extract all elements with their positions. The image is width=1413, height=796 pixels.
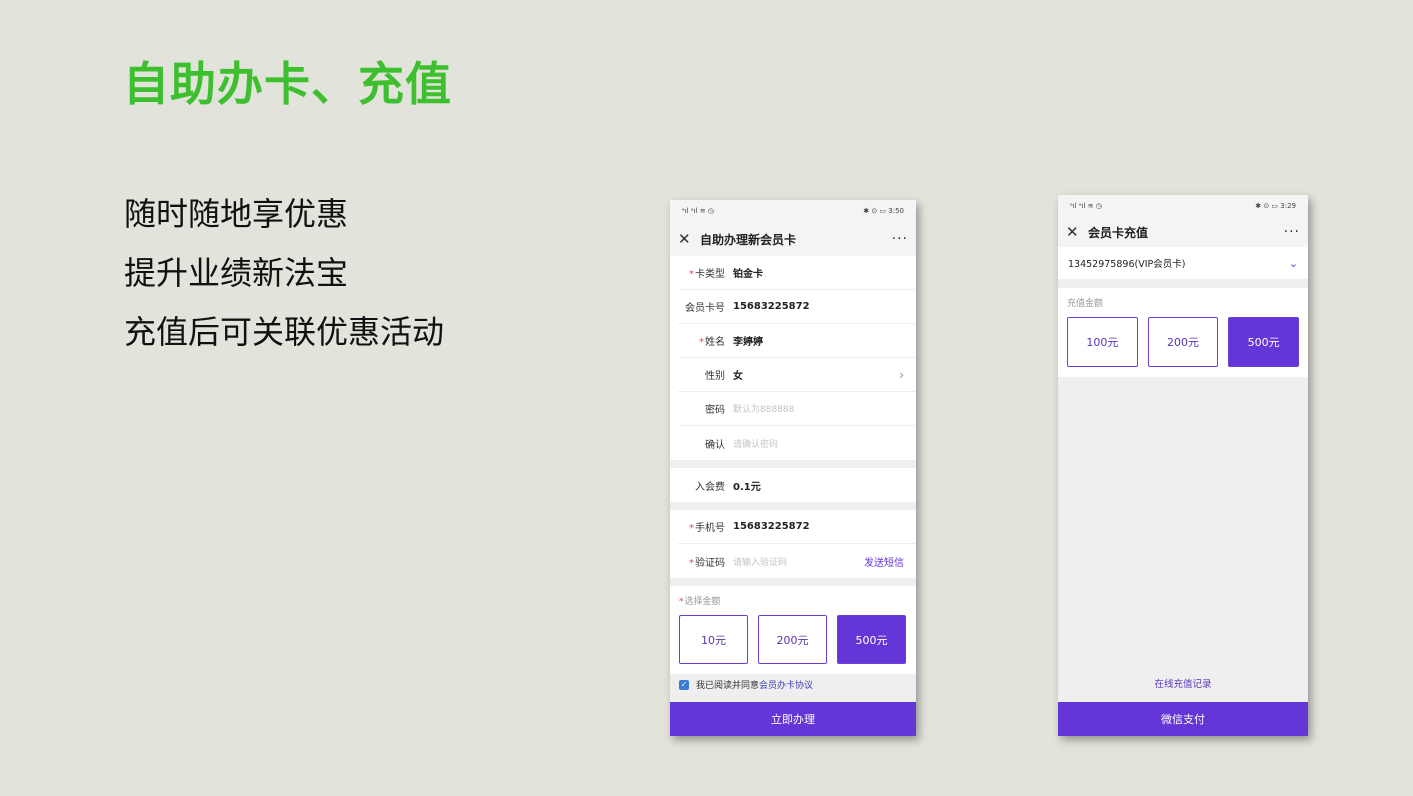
gender-value: 女 [733, 371, 743, 382]
gender-row[interactable]: 性别 女 › [678, 358, 916, 392]
amount-option[interactable]: 10元 [679, 615, 748, 664]
submit-button[interactable]: 立即办理 [670, 702, 916, 736]
gender-label: 性别 [705, 371, 725, 382]
fee-section: 入会费 0.1元 [670, 468, 916, 502]
card-number-row[interactable]: 会员卡号 15683225872 [678, 290, 916, 324]
amount-option[interactable]: 200元 [1147, 317, 1219, 367]
phone-label: 手机号 [695, 523, 725, 534]
required-mark: * [689, 557, 694, 569]
phone-row[interactable]: *手机号 15683225872 [678, 510, 916, 544]
wechat-pay-button[interactable]: 微信支付 [1058, 702, 1308, 736]
card-number-label: 会员卡号 [685, 303, 725, 314]
status-bar: ᵃıl ᵃıl ≋ ◷ ✱ ⊙ ▭ 3:29 [1058, 195, 1308, 217]
agreement-link[interactable]: 会员办卡协议 [759, 678, 813, 691]
name-value: 李婷婷 [733, 337, 763, 348]
battery-time: ✱ ⊙ ▭ 3:29 [1255, 202, 1296, 210]
card-type-row[interactable]: *卡类型 铂金卡 [678, 256, 916, 290]
bullet-item: 随时随地享优惠 [124, 195, 349, 233]
chevron-right-icon: › [899, 367, 904, 382]
close-icon[interactable]: ✕ [678, 230, 698, 248]
nav-bar: ✕ 自助办理新会员卡 ··· [670, 222, 916, 256]
agreement-row: ✓ 我已阅读并同意 会员办卡协议 [670, 674, 916, 695]
send-sms-button[interactable]: 发送短信 [864, 554, 904, 569]
password-input[interactable]: 默认为888888 [733, 402, 904, 415]
name-row[interactable]: *姓名 李婷婷 [678, 324, 916, 358]
required-mark: * [689, 523, 694, 534]
page-title: 会员卡充值 [1088, 225, 1149, 240]
phone-recharge: ᵃıl ᵃıl ≋ ◷ ✱ ⊙ ▭ 3:29 ✕ 会员卡充值 ··· 13452… [1058, 195, 1308, 736]
selected-card: 13452975896(VIP会员卡) [1068, 259, 1186, 270]
code-row[interactable]: *验证码 请输入验证码 发送短信 [678, 544, 916, 578]
chevron-down-icon: ⌄ [1288, 256, 1298, 270]
amount-options: 10元 200元 500元 [679, 615, 907, 664]
confirm-label: 确认 [705, 439, 725, 451]
phone-new-card: ᵃıl ᵃıl ≋ ◷ ✱ ⊙ ▭ 3:50 ✕ 自助办理新会员卡 ··· *卡… [670, 200, 916, 736]
fee-label: 入会费 [695, 481, 725, 493]
battery-time: ✱ ⊙ ▭ 3:50 [863, 207, 904, 215]
amount-option-selected[interactable]: 500元 [837, 615, 906, 664]
confirm-row[interactable]: 确认 请确认密码 [678, 426, 916, 460]
card-number-value: 15683225872 [733, 301, 810, 312]
amount-label: 选择金额 [684, 597, 721, 607]
nav-bar: ✕ 会员卡充值 ··· [1058, 217, 1308, 247]
status-bar: ᵃıl ᵃıl ≋ ◷ ✱ ⊙ ▭ 3:50 [670, 200, 916, 222]
agree-text: 我已阅读并同意 [696, 681, 760, 691]
amount-section: *选择金额 10元 200元 500元 [670, 586, 916, 674]
card-type-label: 卡类型 [695, 269, 725, 280]
fee-row: 入会费 0.1元 [678, 468, 916, 502]
page-title: 自助办理新会员卡 [700, 232, 797, 247]
more-icon[interactable]: ··· [1284, 224, 1300, 240]
bullet-list: 随时随地享优惠 提升业绩新法宝 充值后可关联优惠活动 [124, 194, 444, 371]
amount-options: 100元 200元 500元 [1067, 317, 1300, 367]
verification-code-input[interactable]: 请输入验证码 [733, 555, 864, 568]
code-label: 验证码 [695, 557, 725, 569]
more-icon[interactable]: ··· [892, 231, 908, 247]
amount-option[interactable]: 200元 [758, 615, 827, 664]
phone-verify-section: *手机号 15683225872 *验证码 请输入验证码 发送短信 [670, 510, 916, 578]
signal-icon: ᵃıl ᵃıl ≋ ◷ [1070, 202, 1102, 210]
password-label: 密码 [705, 405, 725, 416]
signal-icon: ᵃıl ᵃıl ≋ ◷ [682, 207, 714, 215]
password-row[interactable]: 密码 默认为888888 [678, 392, 916, 426]
card-type-value: 铂金卡 [733, 269, 763, 280]
bullet-item: 提升业绩新法宝 [124, 254, 349, 292]
fee-value: 0.1元 [733, 481, 761, 493]
required-mark: * [679, 597, 684, 607]
required-mark: * [689, 269, 694, 280]
card-select-dropdown[interactable]: 13452975896(VIP会员卡) ⌄ [1058, 247, 1308, 279]
amount-label: 充值金额 [1067, 299, 1104, 309]
name-label: 姓名 [705, 337, 725, 348]
slide-title: 自助办卡、充值 [123, 57, 452, 111]
confirm-password-input[interactable]: 请确认密码 [733, 437, 904, 450]
agree-checkbox[interactable]: ✓ [679, 679, 689, 690]
phone-value: 15683225872 [733, 521, 810, 532]
recharge-amount-section: 充值金额 100元 200元 500元 [1058, 288, 1308, 377]
member-info-section: *卡类型 铂金卡 会员卡号 15683225872 *姓名 李婷婷 性别 女 ›… [670, 256, 916, 460]
amount-option[interactable]: 100元 [1067, 317, 1138, 367]
required-mark: * [699, 337, 704, 348]
close-icon[interactable]: ✕ [1066, 223, 1086, 241]
recharge-history-link[interactable]: 在线充值记录 [1058, 676, 1308, 690]
amount-option-selected[interactable]: 500元 [1228, 317, 1300, 367]
bullet-item: 充值后可关联优惠活动 [124, 313, 445, 351]
